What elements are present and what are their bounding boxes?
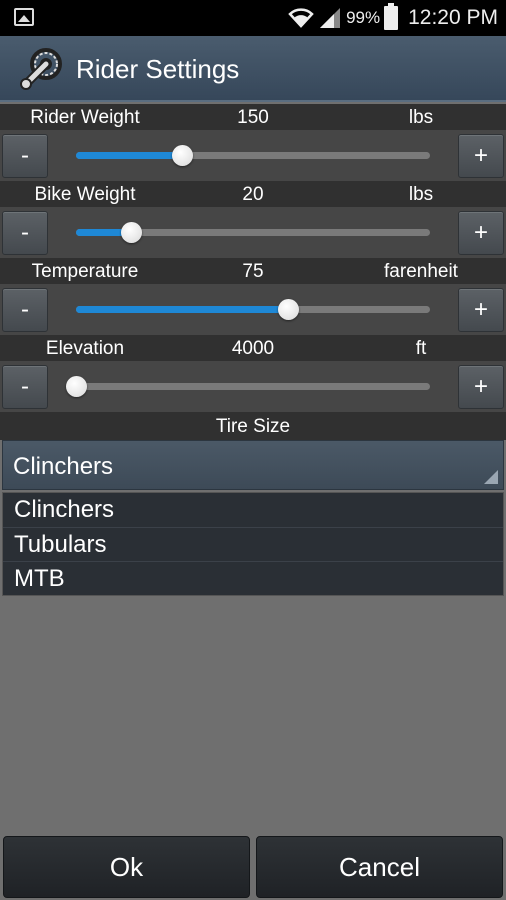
- app-header: Rider Settings: [0, 36, 506, 102]
- cancel-button[interactable]: Cancel: [256, 836, 503, 898]
- setting-label: Temperature: [31, 261, 139, 282]
- status-bar: 99% 12:20 PM: [0, 0, 506, 36]
- setting-label: Elevation: [45, 338, 125, 359]
- battery-icon: [384, 3, 399, 30]
- bike-weight-increase-button[interactable]: +: [458, 211, 504, 255]
- slider-fill: [76, 152, 183, 159]
- tire-size-label-row: Tire Size: [0, 412, 506, 440]
- tire-option-clinchers[interactable]: Clinchers: [3, 493, 503, 528]
- tire-size-selected-value: Clinchers: [13, 453, 114, 480]
- setting-label-row: Rider Weight 150 lbs: [0, 104, 506, 130]
- setting-unit: lbs: [408, 184, 434, 205]
- ok-button[interactable]: Ok: [3, 836, 250, 898]
- elevation-decrease-button[interactable]: -: [2, 365, 48, 409]
- setting-label-row: Bike Weight 20 lbs: [0, 181, 506, 207]
- rider-weight-increase-button[interactable]: +: [458, 134, 504, 178]
- tire-size-select[interactable]: Clinchers: [2, 440, 504, 490]
- slider-thumb[interactable]: [278, 299, 300, 320]
- setting-label: Bike Weight: [34, 184, 136, 205]
- setting-control-row: - +: [0, 207, 506, 259]
- temperature-increase-button[interactable]: +: [458, 288, 504, 332]
- slider-thumb[interactable]: [66, 376, 87, 397]
- gallery-notification-icon: [14, 8, 34, 26]
- setting-label-row: Temperature 75 farenheit: [0, 258, 506, 284]
- temperature-decrease-button[interactable]: -: [2, 288, 48, 332]
- page-title: Rider Settings: [76, 54, 240, 84]
- setting-value: 150: [237, 107, 269, 128]
- setting-value: 4000: [231, 338, 275, 359]
- clock: 12:20 PM: [408, 6, 498, 29]
- setting-bike-weight: Bike Weight 20 lbs - +: [0, 181, 506, 259]
- setting-control-row: - +: [0, 361, 506, 413]
- bike-weight-slider[interactable]: [76, 222, 430, 243]
- setting-temperature: Temperature 75 farenheit - +: [0, 258, 506, 336]
- tire-option-tubulars[interactable]: Tubulars: [3, 528, 503, 562]
- status-indicators: 99% 12:20 PM: [288, 0, 498, 36]
- setting-value: 20: [242, 184, 264, 205]
- setting-unit: farenheit: [384, 261, 458, 282]
- setting-control-row: - +: [0, 130, 506, 182]
- elevation-increase-button[interactable]: +: [458, 365, 504, 409]
- setting-elevation: Elevation 4000 ft - +: [0, 335, 506, 413]
- setting-unit: ft: [415, 338, 427, 359]
- tire-size-label: Tire Size: [215, 416, 291, 437]
- bike-weight-decrease-button[interactable]: -: [2, 211, 48, 255]
- rider-weight-slider[interactable]: [76, 145, 430, 166]
- setting-label: Rider Weight: [30, 107, 140, 128]
- temperature-slider[interactable]: [76, 299, 430, 320]
- wifi-icon: [288, 8, 314, 28]
- setting-unit: lbs: [408, 107, 434, 128]
- slider-fill: [76, 306, 289, 313]
- setting-control-row: - +: [0, 284, 506, 336]
- signal-icon: [320, 8, 341, 28]
- slider-thumb[interactable]: [172, 145, 194, 166]
- setting-label-row: Elevation 4000 ft: [0, 335, 506, 361]
- battery-percent: 99%: [346, 8, 381, 27]
- tire-option-mtb[interactable]: MTB: [3, 562, 503, 597]
- elevation-slider[interactable]: [66, 376, 430, 397]
- bike-crank-icon: [20, 48, 62, 90]
- tire-size-options: Clinchers Tubulars MTB: [2, 492, 504, 596]
- rider-weight-decrease-button[interactable]: -: [2, 134, 48, 178]
- setting-rider-weight: Rider Weight 150 lbs - +: [0, 104, 506, 182]
- setting-value: 75: [242, 261, 264, 282]
- slider-thumb[interactable]: [120, 222, 142, 243]
- dropdown-arrow-icon: [484, 470, 498, 484]
